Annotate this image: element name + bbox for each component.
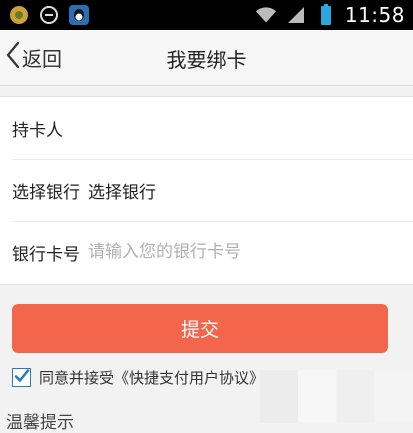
- status-left-icons: [8, 4, 90, 26]
- bind-card-form: 持卡人 选择银行 选择银行 银行卡号: [0, 96, 413, 285]
- submit-button[interactable]: 提交: [12, 304, 388, 353]
- status-time: 11:58: [344, 3, 405, 27]
- card-number-label: 银行卡号: [12, 244, 80, 265]
- tips-title: 温馨提示: [6, 413, 74, 433]
- bank-label: 选择银行: [12, 182, 80, 203]
- wifi-icon: [255, 4, 277, 26]
- agreement-row: 同意并接受《快捷支付用户协议》: [12, 367, 264, 388]
- app-icon: [8, 4, 30, 26]
- page-title: 我要绑卡: [166, 48, 247, 72]
- card-number-row: 银行卡号: [0, 221, 413, 283]
- signal-icon: [285, 4, 307, 26]
- card-number-input[interactable]: [88, 242, 378, 262]
- watermark-mosaic: [260, 370, 413, 423]
- bank-select-row[interactable]: 选择银行 选择银行: [0, 159, 413, 221]
- link-icon: [38, 4, 60, 26]
- status-right-icons: 11:58: [255, 3, 405, 27]
- battery-icon: [315, 4, 337, 26]
- status-bar: 11:58: [0, 0, 413, 30]
- card-holder-label: 持卡人: [12, 120, 63, 141]
- nav-bar: 返回 我要绑卡: [0, 30, 413, 86]
- bank-select[interactable]: 选择银行: [88, 178, 156, 203]
- agreement-checkbox[interactable]: [12, 368, 31, 387]
- checkmark-icon: [14, 369, 30, 382]
- agreement-text[interactable]: 同意并接受《快捷支付用户协议》: [39, 367, 264, 388]
- qq-icon: [68, 4, 90, 26]
- card-holder-row[interactable]: 持卡人: [0, 97, 413, 159]
